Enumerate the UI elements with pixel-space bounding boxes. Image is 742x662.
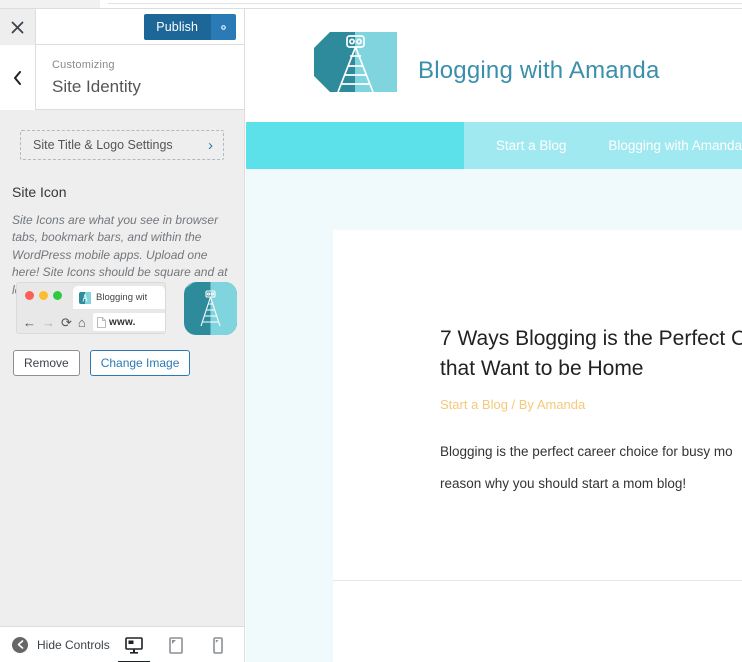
nav-left-block (246, 122, 464, 169)
site-preview-frame: Blogging with Amanda Start a Blog Bloggi… (246, 9, 742, 662)
minimize-light-icon (39, 291, 48, 300)
tablet-preview-button[interactable] (164, 628, 188, 662)
browser-mock-url-text: www. (109, 316, 136, 328)
breadcrumb: Customizing (52, 59, 115, 71)
change-site-icon-button[interactable]: Change Image (89, 350, 191, 376)
chevron-left-icon (14, 70, 21, 85)
nav-menu: Start a Blog Blogging with Amanda (463, 122, 742, 169)
article-excerpt-line1: Blogging is the perfect career choice fo… (440, 444, 733, 459)
window-top-strip (0, 0, 742, 9)
article-card: 7 Ways Blogging is the Perfect Ca that W… (333, 230, 742, 662)
article-title-line2: that Want to be Home (440, 356, 644, 380)
article-divider (333, 580, 742, 581)
mobile-icon (213, 636, 223, 654)
sidebar-footer: Hide Controls (0, 626, 244, 662)
article-title-line1: 7 Ways Blogging is the Perfect Ca (440, 327, 742, 350)
article-excerpt-line2: reason why you should start a mom blog! (440, 475, 687, 491)
close-x-icon (11, 21, 24, 33)
publish-settings-button[interactable] (210, 14, 236, 40)
browser-mock-tab: Blogging wit (73, 286, 165, 309)
site-icon-image (184, 282, 237, 335)
device-preview-group (118, 627, 230, 662)
site-header: Blogging with Amanda (246, 9, 742, 122)
gear-icon (221, 24, 226, 30)
publish-button[interactable]: Publish (144, 14, 210, 40)
publish-group: Publish (144, 14, 236, 40)
remove-site-icon-button[interactable]: Remove (13, 350, 80, 376)
browser-reload-icon: ⟳ (61, 314, 72, 330)
tablet-icon (169, 636, 183, 654)
traffic-lights (25, 291, 62, 300)
browser-mock-tab-title: Blogging wit (96, 292, 148, 303)
nav-item-blogging-with-amanda[interactable]: Blogging with Amanda (608, 138, 742, 153)
close-customizer-button[interactable] (0, 9, 36, 45)
mobile-preview-button[interactable] (206, 628, 230, 662)
browser-preview-mock: Blogging wit ← → ⟳ ⌂ www. (16, 282, 166, 334)
page-document-icon (97, 316, 106, 328)
site-navigation: Start a Blog Blogging with Amanda (246, 122, 742, 169)
site-icon-heading: Site Icon (12, 184, 67, 200)
browser-home-icon: ⌂ (77, 314, 86, 330)
site-logo-icon (314, 32, 397, 93)
chevron-right-icon: › (208, 136, 213, 154)
collapse-arrow-icon (12, 636, 28, 653)
site-title: Blogging with Amanda (418, 57, 660, 84)
desktop-icon (125, 636, 143, 654)
hide-controls-label: Hide Controls (37, 637, 110, 652)
hide-controls-button[interactable]: Hide Controls (0, 636, 110, 653)
browser-mock-urlbar: www. (93, 313, 165, 331)
article-title: 7 Ways Blogging is the Perfect Ca that W… (440, 324, 742, 384)
accordion-label: Site Title & Logo Settings (33, 138, 173, 152)
maximize-light-icon (53, 291, 62, 300)
nav-item-start-a-blog[interactable]: Start a Blog (496, 138, 567, 153)
site-favicon-icon (79, 291, 91, 304)
site-logo-icon (184, 282, 237, 335)
close-light-icon (25, 291, 34, 300)
browser-back-icon: ← (23, 314, 36, 330)
site-icon-preview-row: Blogging wit ← → ⟳ ⌂ www. (16, 282, 237, 338)
site-title-logo-settings-button[interactable]: Site Title & Logo Settings › (20, 130, 224, 160)
sidebar-controls: Site Title & Logo Settings › Site Icon S… (0, 110, 244, 626)
browser-mock-toolbar: ← → ⟳ ⌂ www. (17, 309, 165, 333)
back-button[interactable] (0, 45, 36, 110)
article-meta[interactable]: Start a Blog / By Amanda (440, 397, 585, 412)
sidebar-title-row: Customizing Site Identity (0, 45, 244, 110)
customizer-screen: Publish Customizing Site Identity Site T… (0, 0, 742, 662)
browser-forward-icon: → (42, 314, 55, 330)
browser-mock-tabbar: Blogging wit (17, 283, 165, 309)
top-strip-line (108, 3, 742, 4)
customizer-sidebar: Publish Customizing Site Identity Site T… (0, 9, 245, 662)
sidebar-header: Publish (0, 9, 244, 45)
site-icon-actions: Remove Change Image (13, 350, 191, 376)
article-excerpt: Blogging is the perfect career choice fo… (440, 436, 742, 499)
page-title: Site Identity (52, 77, 141, 96)
desktop-preview-button[interactable] (118, 628, 150, 662)
panel-heading-group: Customizing Site Identity (52, 58, 141, 99)
